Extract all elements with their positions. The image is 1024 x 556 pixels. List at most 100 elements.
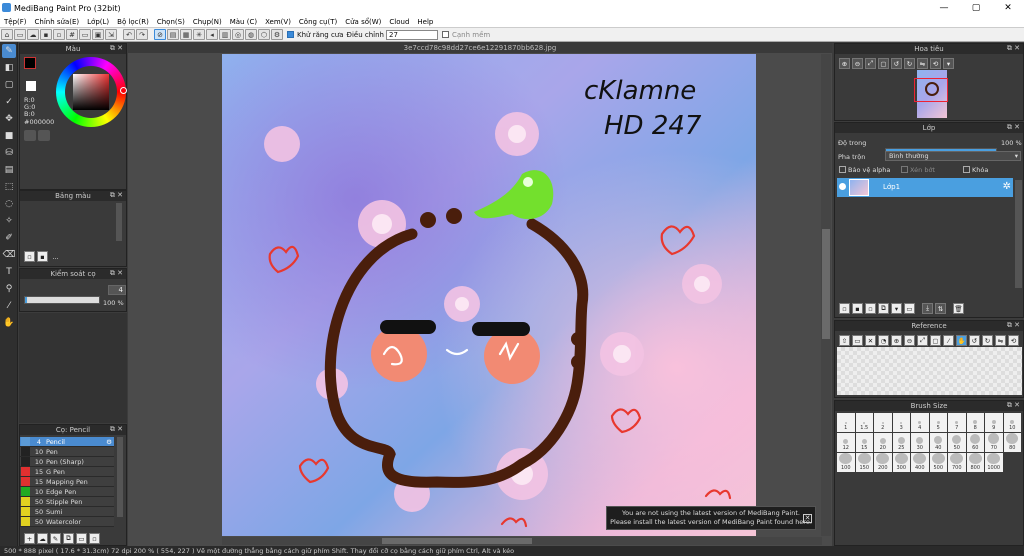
brush-size-cell[interactable]: 9 <box>985 413 1003 432</box>
undo-icon[interactable]: ↶ <box>123 29 135 40</box>
brush-size-cell[interactable]: 20 <box>874 433 892 452</box>
brush-panel-close-icon[interactable]: ⧉ ✕ <box>110 425 123 434</box>
brush-size-cell[interactable]: 30 <box>911 433 929 452</box>
rotate-left-icon[interactable]: ↺ <box>891 58 902 69</box>
home-icon[interactable]: ⌂ <box>1 29 13 40</box>
color-slider-mode-icon[interactable] <box>38 130 50 141</box>
brush-size-cell[interactable]: 10 <box>1003 413 1021 432</box>
color-saturation-square[interactable] <box>73 74 109 110</box>
blend-mode-select[interactable]: Bình thường ▾ <box>885 151 1021 161</box>
color-wheel-mode-icon[interactable] <box>24 130 36 141</box>
brush-size-cell[interactable]: 100 <box>837 453 855 472</box>
reference-canvas[interactable] <box>837 347 1022 395</box>
layer-close-icon[interactable]: ⧉ ✕ <box>1007 123 1020 132</box>
menu-snap[interactable]: Chụp(N) <box>189 18 226 26</box>
menu-tools[interactable]: Công cụ(T) <box>295 18 341 26</box>
brush-cloud-icon[interactable]: ☁ <box>37 533 48 544</box>
notification-close-button[interactable]: ✕ <box>803 514 812 523</box>
reference-folder-icon[interactable]: ▭ <box>852 335 863 346</box>
snap-circle-icon[interactable]: ◎ <box>232 29 244 40</box>
layer-list-scrollbar[interactable] <box>1015 180 1022 288</box>
panel-close-icon[interactable]: ⧉ ✕ <box>110 44 123 53</box>
gradient-tool-icon[interactable]: ▤ <box>2 163 16 177</box>
add-layer-menu-icon[interactable]: ▾ <box>891 303 902 314</box>
vertical-scroll-thumb[interactable] <box>822 229 830 339</box>
new-8bit-layer-icon[interactable]: ▫ <box>865 303 876 314</box>
brush-size-cell[interactable]: 1 <box>837 413 855 432</box>
clipping-checkbox[interactable] <box>901 166 908 173</box>
palette-scrollbar[interactable] <box>116 203 122 241</box>
horizontal-scroll-thumb[interactable] <box>382 538 532 544</box>
reference-zoom-out-icon[interactable]: ⊖ <box>904 335 915 346</box>
brush-add-icon[interactable]: + <box>24 533 35 544</box>
brush-size-cell[interactable]: 5 <box>929 413 947 432</box>
reference-eyedropper-icon[interactable]: ⁄ <box>943 335 954 346</box>
transform-tool-icon[interactable]: ✥ <box>2 112 16 126</box>
antialias-checkbox[interactable] <box>287 31 294 38</box>
palette-more-icon[interactable]: … <box>50 251 61 262</box>
zoom-in-icon[interactable]: ⊕ <box>839 58 850 69</box>
fit-screen-icon[interactable]: ⤢ <box>865 58 876 69</box>
reference-fit-icon[interactable]: ⤢ <box>917 335 928 346</box>
transform-icon[interactable]: ⇲ <box>105 29 117 40</box>
brush-item[interactable]: 15 Mapping Pen <box>20 477 114 487</box>
brush-size-cell[interactable]: 80 <box>1003 433 1021 452</box>
hand-tool-icon[interactable]: ✋ <box>2 316 16 330</box>
reference-close-image-icon[interactable]: ✕ <box>865 335 876 346</box>
brush-edit-icon[interactable]: ✎ <box>50 533 61 544</box>
brush-size-cell[interactable]: 300 <box>892 453 910 472</box>
lock-checkbox[interactable] <box>963 166 970 173</box>
share-icon[interactable]: ▫ <box>53 29 65 40</box>
reference-eye-icon[interactable]: ◔ <box>878 335 889 346</box>
brush-size-cell[interactable]: 60 <box>966 433 984 452</box>
delete-layer-icon[interactable]: 🗑 <box>953 303 964 314</box>
correction-select[interactable]: 27 <box>386 29 438 40</box>
divide-tool-icon[interactable]: ⚲ <box>2 282 16 296</box>
grid-icon[interactable]: # <box>66 29 78 40</box>
snap-parallel-icon[interactable]: ▤ <box>167 29 179 40</box>
document-tab[interactable]: 3e7ccd78c98dd27ce6e12291870bb628.jpg <box>128 42 832 53</box>
menu-file[interactable]: Tệp(F) <box>0 18 31 26</box>
text-tool-icon[interactable]: T <box>2 265 16 279</box>
brush-size-cell[interactable]: 8 <box>966 413 984 432</box>
secondary-color-swatch[interactable] <box>26 81 36 91</box>
snap-3d-icon[interactable]: ⬡ <box>258 29 270 40</box>
dot-tool-icon[interactable]: ▢ <box>2 78 16 92</box>
reference-close-icon[interactable]: ⧉ ✕ <box>1007 321 1020 330</box>
brush-size-cell[interactable]: 4 <box>911 413 929 432</box>
reference-open-icon[interactable]: ⇧ <box>839 335 850 346</box>
brush-size-cell[interactable]: 40 <box>929 433 947 452</box>
reference-flip-icon[interactable]: ⇋ <box>995 335 1006 346</box>
brush-item[interactable]: 50 Sumi <box>20 507 114 517</box>
brush-item[interactable]: 10 Pen <box>20 447 114 457</box>
menu-help[interactable]: Help <box>413 18 437 26</box>
brush-size-value[interactable]: 4 <box>108 285 126 295</box>
brush-size-cell[interactable]: 800 <box>966 453 984 472</box>
save-icon[interactable]: ▪ <box>40 29 52 40</box>
eyedropper-tool-icon[interactable]: ⁄ <box>2 299 16 313</box>
redo-icon[interactable]: ↷ <box>136 29 148 40</box>
menu-window[interactable]: Cửa sổ(W) <box>341 18 385 26</box>
brush-settings-icon[interactable]: ⚙ <box>106 438 112 446</box>
select-tool-icon[interactable]: ⬚ <box>2 180 16 194</box>
new-folder-icon[interactable]: ▭ <box>904 303 915 314</box>
brush-size-cell[interactable]: 400 <box>911 453 929 472</box>
navigator-close-icon[interactable]: ⧉ ✕ <box>1007 44 1020 53</box>
pen-tool-icon[interactable]: ✎ <box>2 44 16 58</box>
brush-item[interactable]: 50 Watercolor <box>20 517 114 527</box>
layer-settings-icon[interactable]: ✲ <box>1003 181 1011 192</box>
move-tool-icon[interactable]: ✓ <box>2 95 16 109</box>
brush-item[interactable]: 4 Pencil ⚙ <box>20 437 114 447</box>
brush-size-cell[interactable]: 70 <box>985 433 1003 452</box>
lasso-tool-icon[interactable]: ◌ <box>2 197 16 211</box>
brush-item[interactable]: 10 Pen (Sharp) <box>20 457 114 467</box>
cloud-icon[interactable]: ☁ <box>27 29 39 40</box>
brush-size-cell[interactable]: 1.5 <box>855 413 873 432</box>
select-eraser-icon[interactable]: ⌫ <box>2 248 16 262</box>
reference-actual-icon[interactable]: ▢ <box>930 335 941 346</box>
actual-size-icon[interactable]: ▢ <box>878 58 889 69</box>
brush-size-slider[interactable] <box>24 296 100 304</box>
protect-alpha-checkbox[interactable] <box>839 166 846 173</box>
canvas-vertical-scrollbar[interactable] <box>821 54 831 536</box>
fill-tool-icon[interactable]: ■ <box>2 129 16 143</box>
